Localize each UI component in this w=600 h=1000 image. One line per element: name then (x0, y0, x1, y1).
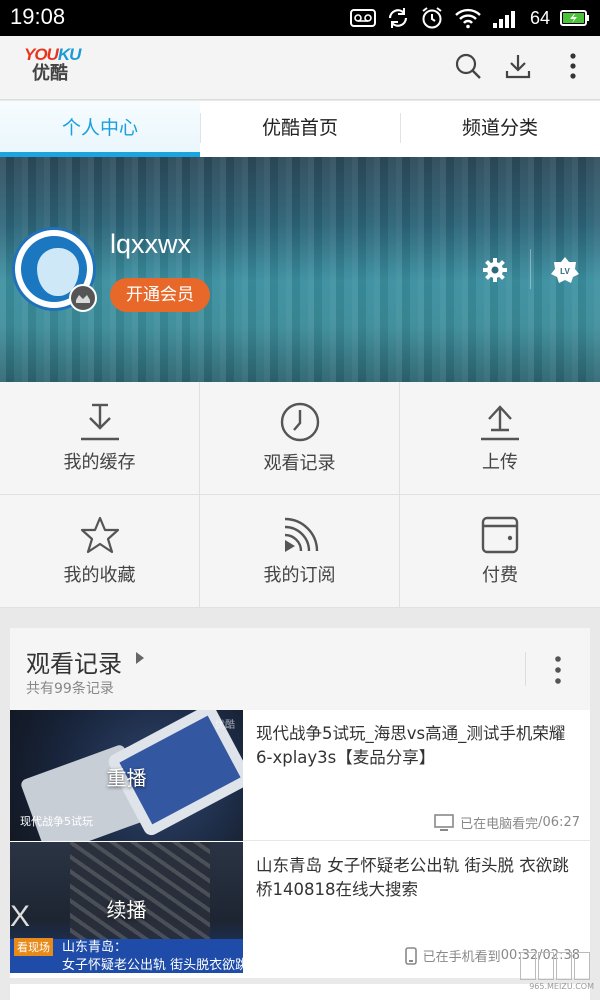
voicemail-icon (349, 7, 376, 29)
grid-label: 付费 (482, 565, 518, 586)
grid-item-subscriptions[interactable]: 我的订阅 (200, 495, 400, 608)
grid-label: 我的收藏 (63, 565, 136, 586)
tab-bar: 个人中心 优酷首页 频道分类 (0, 101, 600, 157)
status-time: 19:08 (10, 4, 66, 29)
avatar[interactable] (12, 227, 97, 312)
header-divider (525, 652, 526, 686)
video-title[interactable]: 现代战争5试玩_海思vs高通_测试手机荣耀6-xplay3s【麦品分享】 (256, 722, 581, 770)
function-grid: 我的缓存 观看记录 上传 我的收藏 我的订阅 付费 (0, 382, 600, 608)
watch-history-card: 观看记录 共有99条记录 优酷 重播 现代战争5试玩 现代战争5试玩_海思vs高… (10, 628, 590, 978)
signal-icon (492, 7, 520, 29)
history-more-button[interactable] (548, 654, 568, 690)
download-icon (504, 52, 532, 84)
rss-icon (279, 515, 321, 555)
video-thumbnail[interactable]: 优酷 重播 现代战争5试玩 (10, 710, 243, 841)
battery-icon (560, 9, 590, 27)
star-icon (79, 515, 121, 555)
watch-duration: /06:27 (538, 815, 580, 830)
open-membership-button[interactable]: 开通会员 (110, 278, 210, 312)
history-item[interactable]: 优酷 重播 现代战争5试玩 现代战争5试玩_海思vs高通_测试手机荣耀6-xpl… (10, 710, 590, 841)
thumbnail-brand: 优酷 (215, 720, 235, 731)
gear-icon (480, 258, 510, 289)
grid-item-payment[interactable]: 付费 (400, 495, 600, 608)
level-badge-icon: LV (550, 257, 580, 289)
grid-item-watch-history[interactable]: 观看记录 (200, 382, 400, 495)
sync-icon (386, 6, 410, 30)
grid-label: 我的订阅 (263, 565, 336, 586)
grid-label: 观看记录 (263, 453, 336, 474)
watch-status: 已在手机看到 (422, 950, 501, 965)
search-icon (454, 52, 482, 84)
upload-tray-icon (479, 402, 521, 442)
thumbnail-caption: 现代战争5试玩 (20, 815, 93, 828)
banner-divider (530, 249, 531, 289)
video-thumbnail[interactable]: X 续播 看现场 山东青岛： 女子怀疑老公出轨 街头脱衣欲跳桥 (10, 842, 243, 973)
battery-level: 64 (529, 7, 550, 28)
alarm-icon (420, 6, 444, 30)
wifi-icon (454, 7, 482, 29)
thumbnail-tag: 看现场 (14, 938, 53, 956)
watch-history-title[interactable]: 观看记录 (26, 644, 122, 679)
watch-history-header[interactable]: 观看记录 共有99条记录 (10, 628, 590, 710)
next-card-edge (10, 984, 590, 1000)
more-vertical-icon (569, 52, 577, 84)
logo-chinese: 优酷 (32, 63, 68, 84)
clock-icon (279, 401, 321, 443)
more-vertical-icon (548, 656, 568, 694)
grid-item-my-cache[interactable]: 我的缓存 (0, 382, 200, 495)
resume-label: 续播 (106, 898, 147, 922)
phone-icon (404, 946, 417, 965)
level-button[interactable]: LV (550, 255, 580, 285)
username: lqxxwx (110, 229, 192, 259)
youku-logo[interactable]: YOUKU 优酷 (24, 46, 84, 90)
app-bar: YOUKU 优酷 (0, 36, 600, 100)
video-title[interactable]: 山东青岛 女子怀疑老公出轨 街头脱 衣欲跳桥140818在线大搜索 (256, 854, 581, 902)
grid-item-upload[interactable]: 上传 (400, 382, 600, 495)
grid-label: 我的缓存 (63, 452, 136, 473)
chevron-right-icon (136, 652, 144, 664)
status-bar: 19:08 64 (0, 0, 600, 36)
status-icons: 64 (349, 4, 590, 32)
tab-youku-home[interactable]: 优酷首页 (200, 101, 400, 157)
tab-personal-center[interactable]: 个人中心 (0, 101, 200, 157)
monitor-icon (434, 813, 454, 832)
watermark: 965.MEIZU.COM (520, 952, 594, 998)
thumbnail-caption: 山东青岛： (62, 940, 128, 955)
settings-button[interactable] (480, 255, 510, 285)
watch-history-count: 共有99条记录 (26, 681, 114, 697)
grid-label: 上传 (482, 452, 518, 473)
search-button[interactable] (450, 50, 486, 86)
logo-wordmark: YOUKU (24, 45, 81, 64)
watermark-text: 965.MEIZU.COM (529, 982, 594, 991)
crown-icon (69, 284, 97, 312)
profile-banner: lqxxwx 开通会员 LV (0, 157, 600, 382)
watch-status: 已在电脑看完 (460, 817, 539, 832)
thumbnail-caption: 女子怀疑老公出轨 街头脱衣欲跳桥 (62, 958, 243, 973)
wallet-icon (479, 515, 521, 555)
history-item[interactable]: X 续播 看现场 山东青岛： 女子怀疑老公出轨 街头脱衣欲跳桥 山东青岛 女子怀… (10, 842, 590, 973)
overflow-menu-button[interactable] (555, 50, 591, 86)
svg-text:LV: LV (560, 267, 570, 276)
grid-item-favorites[interactable]: 我的收藏 (0, 495, 200, 608)
tab-channel-categories[interactable]: 频道分类 (400, 101, 600, 157)
download-tray-icon (79, 402, 121, 442)
watch-progress: 已在电脑看完 /06:27 (434, 813, 580, 832)
replay-label: 重播 (106, 766, 147, 790)
download-button[interactable] (500, 50, 536, 86)
